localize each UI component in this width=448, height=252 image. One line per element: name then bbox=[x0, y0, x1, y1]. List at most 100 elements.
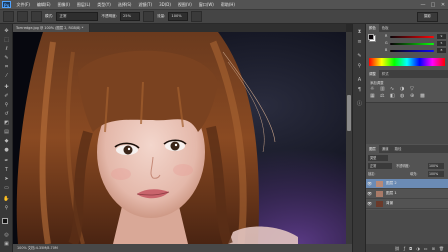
menu-edit[interactable]: 编辑(E) bbox=[33, 2, 54, 8]
marquee-tool-icon[interactable]: ⬚ bbox=[3, 37, 10, 43]
red-value[interactable]: 9 bbox=[437, 34, 446, 39]
color-foreground-swatch[interactable] bbox=[368, 34, 374, 40]
brush-preset-icon[interactable]: ✎ bbox=[356, 53, 363, 59]
layer-row[interactable]: 👁 图层 1 bbox=[366, 189, 448, 199]
menu-layer[interactable]: 图层(L) bbox=[73, 2, 93, 8]
layer-opacity-field[interactable]: 100% bbox=[428, 163, 444, 169]
curves-icon[interactable]: ∿ bbox=[390, 86, 394, 92]
new-layer-icon[interactable]: ⊞ bbox=[432, 246, 435, 251]
menu-window[interactable]: 窗口(W) bbox=[195, 2, 217, 8]
menu-view[interactable]: 视图(V) bbox=[174, 2, 195, 8]
red-slider[interactable] bbox=[390, 36, 434, 38]
healing-brush-tool-icon[interactable]: ✚ bbox=[3, 84, 10, 90]
close-button[interactable]: ✕ bbox=[438, 2, 448, 8]
canvas-scroll-thumb[interactable] bbox=[347, 95, 351, 131]
color-spectrum-ramp[interactable] bbox=[369, 58, 445, 66]
document-canvas[interactable] bbox=[13, 32, 346, 244]
visibility-eye-icon[interactable]: 👁 bbox=[366, 201, 373, 206]
type-tool-icon[interactable]: T bbox=[3, 167, 10, 173]
zoom-tool-icon[interactable]: ⚲ bbox=[3, 205, 10, 211]
color-balance-icon[interactable]: ⚖ bbox=[380, 93, 384, 99]
tab-color[interactable]: 颜色 bbox=[366, 24, 379, 32]
eraser-tool-icon[interactable]: ◩ bbox=[3, 120, 10, 126]
menu-help[interactable]: 帮助(H) bbox=[217, 2, 238, 8]
brush-panel-button[interactable] bbox=[31, 11, 42, 22]
new-fill-layer-icon[interactable]: ◑ bbox=[416, 246, 420, 251]
screen-mode-icon[interactable]: ▣ bbox=[3, 241, 10, 247]
move-tool-icon[interactable]: ✥ bbox=[3, 28, 10, 34]
history-brush-tool-icon[interactable]: ↺ bbox=[3, 111, 10, 117]
lasso-tool-icon[interactable]: ℓ bbox=[3, 46, 10, 52]
shape-tool-icon[interactable]: ▭ bbox=[3, 185, 10, 191]
flow-field[interactable]: 100% bbox=[168, 12, 189, 21]
document-tab[interactable]: Tom·edge.jpg @ 100% (图层 2, RGB/8) * bbox=[13, 24, 90, 32]
delete-layer-icon[interactable]: 🗑 bbox=[439, 246, 444, 251]
clone-stamp-tool-icon[interactable]: ⚲ bbox=[3, 102, 10, 108]
brush-tool-icon[interactable]: ✐ bbox=[3, 93, 10, 99]
blur-tool-icon[interactable]: ◆ bbox=[3, 138, 10, 144]
maximize-button[interactable]: □ bbox=[428, 2, 438, 8]
menu-select[interactable]: 选择(S) bbox=[114, 2, 135, 8]
pressure-opacity-icon[interactable] bbox=[143, 11, 154, 22]
layer-thumbnail bbox=[376, 180, 383, 187]
tab-layers[interactable]: 图层 bbox=[366, 145, 379, 153]
new-group-icon[interactable]: ▭ bbox=[424, 246, 428, 251]
gradient-tool-icon[interactable]: ▤ bbox=[3, 129, 10, 135]
color-lookup-icon[interactable]: ▩ bbox=[420, 93, 425, 99]
blue-value[interactable]: 8 bbox=[437, 48, 446, 53]
eyedropper-tool-icon[interactable]: ⁄ bbox=[3, 73, 10, 79]
black-white-icon[interactable]: ◧ bbox=[390, 93, 395, 99]
info-icon[interactable]: ⓘ bbox=[356, 101, 363, 107]
vibrance-icon[interactable]: ▽ bbox=[410, 86, 414, 92]
path-select-tool-icon[interactable]: ➤ bbox=[3, 176, 10, 182]
layer-row[interactable]: 👁 图层 2 bbox=[366, 179, 448, 189]
green-slider[interactable] bbox=[390, 43, 434, 45]
crop-tool-icon[interactable]: ⌗ bbox=[3, 64, 10, 70]
layer-row[interactable]: 👁 背景 bbox=[366, 199, 448, 209]
opacity-field[interactable]: 25% bbox=[120, 12, 140, 21]
minimize-button[interactable]: — bbox=[418, 2, 428, 8]
link-layers-icon[interactable]: ⛓ bbox=[395, 246, 400, 251]
levels-icon[interactable]: ▥ bbox=[380, 86, 385, 92]
exposure-icon[interactable]: ◑ bbox=[400, 86, 404, 92]
character-icon[interactable]: A bbox=[356, 77, 363, 83]
photo-filter-icon[interactable]: ◍ bbox=[400, 93, 404, 99]
tool-preset-button[interactable] bbox=[3, 11, 14, 22]
tab-swatches[interactable]: 色板 bbox=[379, 24, 392, 32]
blend-mode-select[interactable]: 正常 bbox=[368, 163, 392, 169]
brush-size-button[interactable] bbox=[17, 11, 28, 22]
properties-icon[interactable]: ≡ bbox=[356, 39, 363, 45]
workspace-select[interactable]: 摄影 bbox=[416, 11, 438, 22]
history-icon[interactable]: ⧗ bbox=[356, 29, 363, 35]
tab-paths[interactable]: 路径 bbox=[392, 145, 405, 153]
dodge-tool-icon[interactable]: ● bbox=[3, 147, 10, 153]
menu-3d[interactable]: 3D(D) bbox=[156, 2, 175, 7]
menu-image[interactable]: 图像(I) bbox=[54, 2, 73, 8]
quick-select-tool-icon[interactable]: ✎ bbox=[3, 55, 10, 61]
tab-adjustments[interactable]: 调整 bbox=[366, 70, 379, 78]
clone-source-icon[interactable]: ⚲ bbox=[356, 63, 363, 69]
fx-icon[interactable]: ƒ bbox=[404, 246, 405, 251]
blue-slider[interactable] bbox=[390, 50, 434, 52]
paragraph-icon[interactable]: ¶ bbox=[356, 87, 363, 93]
channel-mixer-icon[interactable]: ⊕ bbox=[410, 93, 414, 99]
fill-field[interactable]: 100% bbox=[428, 171, 444, 177]
hand-tool-icon[interactable]: ✋ bbox=[3, 196, 10, 202]
hue-saturation-icon[interactable]: ▦ bbox=[370, 93, 375, 99]
green-value[interactable]: 5 bbox=[437, 41, 446, 46]
brightness-icon[interactable]: ☼ bbox=[370, 86, 374, 92]
visibility-eye-icon[interactable]: 👁 bbox=[366, 191, 373, 196]
foreground-color-swatch[interactable] bbox=[2, 218, 8, 224]
airbrush-icon[interactable] bbox=[191, 11, 203, 22]
tab-channels[interactable]: 通道 bbox=[379, 145, 392, 153]
menu-file[interactable]: 文件(F) bbox=[13, 2, 33, 8]
menu-type[interactable]: 类型(Y) bbox=[94, 2, 115, 8]
visibility-eye-icon[interactable]: 👁 bbox=[366, 181, 373, 186]
mode-select[interactable]: 正常 bbox=[56, 12, 99, 21]
layer-kind-filter[interactable]: 类型 bbox=[368, 155, 388, 161]
add-mask-icon[interactable]: ◘ bbox=[409, 246, 412, 251]
tab-styles[interactable]: 样式 bbox=[379, 70, 392, 78]
quick-mask-icon[interactable]: ◎ bbox=[3, 232, 10, 238]
pen-tool-icon[interactable]: ✒ bbox=[3, 158, 10, 164]
menu-filter[interactable]: 滤镜(T) bbox=[135, 2, 156, 8]
